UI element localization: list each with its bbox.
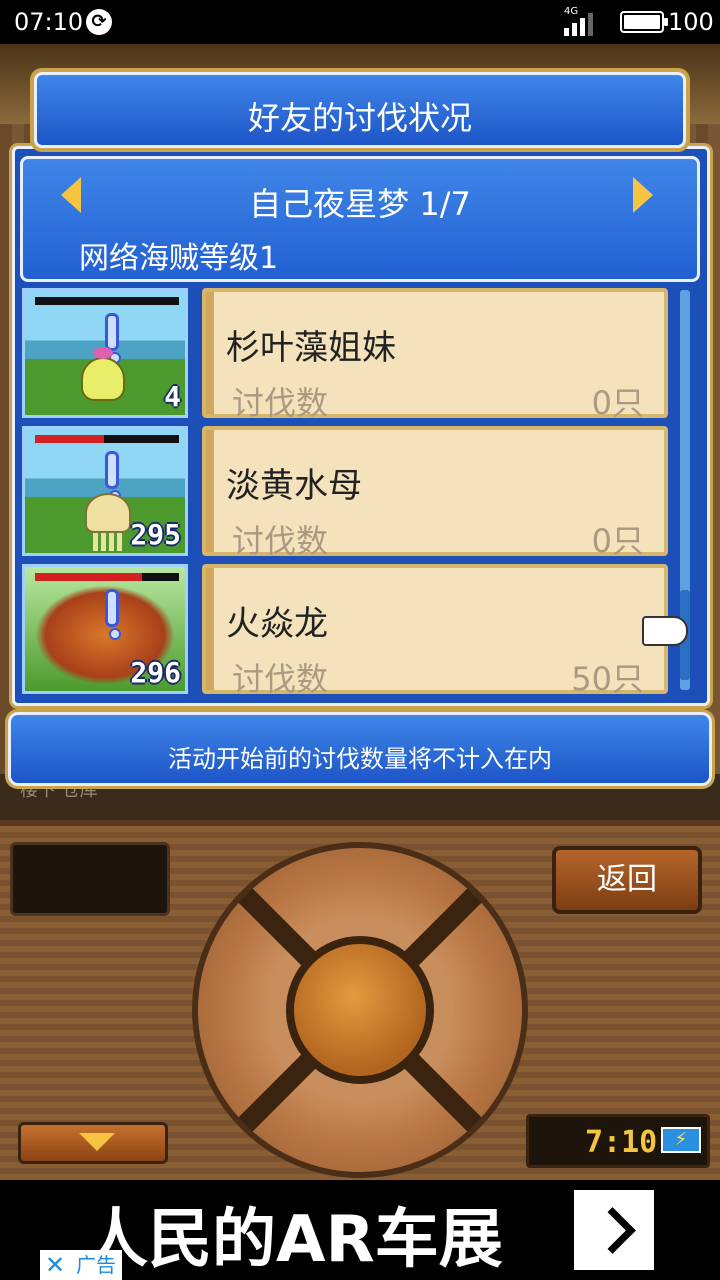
monster-count: 4 xyxy=(164,380,181,413)
back-button[interactable]: 返回 xyxy=(552,846,702,914)
ad-banner[interactable]: 人民的AR车展 ✕ 广告 xyxy=(0,1180,720,1280)
notice-text: 活动开始前的讨伐数量将不计入在内 xyxy=(168,745,552,773)
hp-fill xyxy=(35,573,142,581)
charging-icon: ⚡ xyxy=(661,1127,701,1153)
sync-icon: ⟳ xyxy=(86,9,112,35)
hp-bar xyxy=(35,297,179,305)
signal-icon xyxy=(564,13,593,36)
hp-bar xyxy=(35,573,179,581)
status-time: 07:10 xyxy=(14,8,84,36)
hp-bar xyxy=(35,435,179,443)
kill-count-label: 讨伐数 xyxy=(232,522,329,560)
kill-count-label: 讨伐数 xyxy=(232,660,329,698)
monster-thumbnail: 295 xyxy=(22,426,188,556)
chevron-right-icon[interactable] xyxy=(574,1190,654,1270)
game-clock: 7:10 xyxy=(585,1125,658,1160)
hand-pointer-icon xyxy=(642,616,688,646)
close-icon[interactable]: ✕ xyxy=(40,1250,70,1280)
list-item[interactable]: 295 淡黄水母 讨伐数 0只 xyxy=(20,424,670,560)
controller-slot xyxy=(10,842,170,916)
dpad[interactable] xyxy=(192,842,528,1178)
kill-count-value: 50只 xyxy=(571,660,644,698)
kill-count-value: 0只 xyxy=(591,522,644,560)
monster-card[interactable]: 杉叶藻姐妹 讨伐数 0只 xyxy=(202,288,668,422)
monster-thumbnail: 4 xyxy=(22,288,188,418)
monster-name: 火焱龙 xyxy=(226,604,328,644)
menu-toggle-button[interactable] xyxy=(18,1122,168,1164)
friend-header: 自己夜星梦 1/7 网络海贼等级1 xyxy=(20,156,700,282)
monster-card[interactable]: 淡黄水母 讨伐数 0只 xyxy=(202,426,668,560)
hp-fill xyxy=(35,435,105,443)
seaweed-sisters-sprite xyxy=(81,347,125,401)
jellyfish-sprite xyxy=(85,493,131,551)
exclamation-icon xyxy=(105,451,121,502)
monster-count: 295 xyxy=(130,518,181,551)
game-clock-box: 7:10 ⚡ xyxy=(526,1114,710,1168)
notice-bar: 活动开始前的讨伐数量将不计入在内 xyxy=(8,712,712,786)
dialog-title-bar: 好友的讨伐状况 xyxy=(34,72,686,148)
exclamation-icon xyxy=(105,313,121,364)
kill-count-value: 0只 xyxy=(591,384,644,422)
kill-count-label: 讨伐数 xyxy=(232,384,329,422)
battery-level: 100 xyxy=(668,8,714,36)
exclamation-icon xyxy=(105,589,121,640)
monster-thumbnail: 296 xyxy=(22,564,188,694)
monster-count: 296 xyxy=(130,656,181,689)
list-item[interactable]: 4 杉叶藻姐妹 讨伐数 0只 xyxy=(20,286,670,422)
dialog-title: 好友的讨伐状况 xyxy=(247,99,472,137)
monster-card[interactable]: 火焱龙 讨伐数 50只 xyxy=(202,564,668,698)
dpad-center-button[interactable] xyxy=(286,936,434,1084)
list-item[interactable]: 296 火焱龙 讨伐数 50只 xyxy=(20,562,670,698)
ad-text[interactable]: 人民的AR车展 xyxy=(84,1188,503,1280)
controller-panel: 返回 7:10 ⚡ xyxy=(0,820,720,1180)
monster-name: 淡黄水母 xyxy=(226,466,362,506)
pirate-level: 网络海贼等级1 xyxy=(79,241,279,276)
next-friend-arrow-icon[interactable] xyxy=(633,177,653,213)
ad-label: 广告 xyxy=(70,1250,122,1280)
monster-list[interactable]: 4 杉叶藻姐妹 讨伐数 0只 295 淡黄水母 讨伐数 0只 296 火焱龙 讨… xyxy=(20,286,670,698)
status-bar: 07:10 ⟳ 4G 100 xyxy=(0,0,720,44)
battery-icon xyxy=(620,11,668,33)
monster-name: 杉叶藻姐妹 xyxy=(226,328,396,368)
friend-name: 自己夜星梦 1/7 xyxy=(249,185,471,223)
